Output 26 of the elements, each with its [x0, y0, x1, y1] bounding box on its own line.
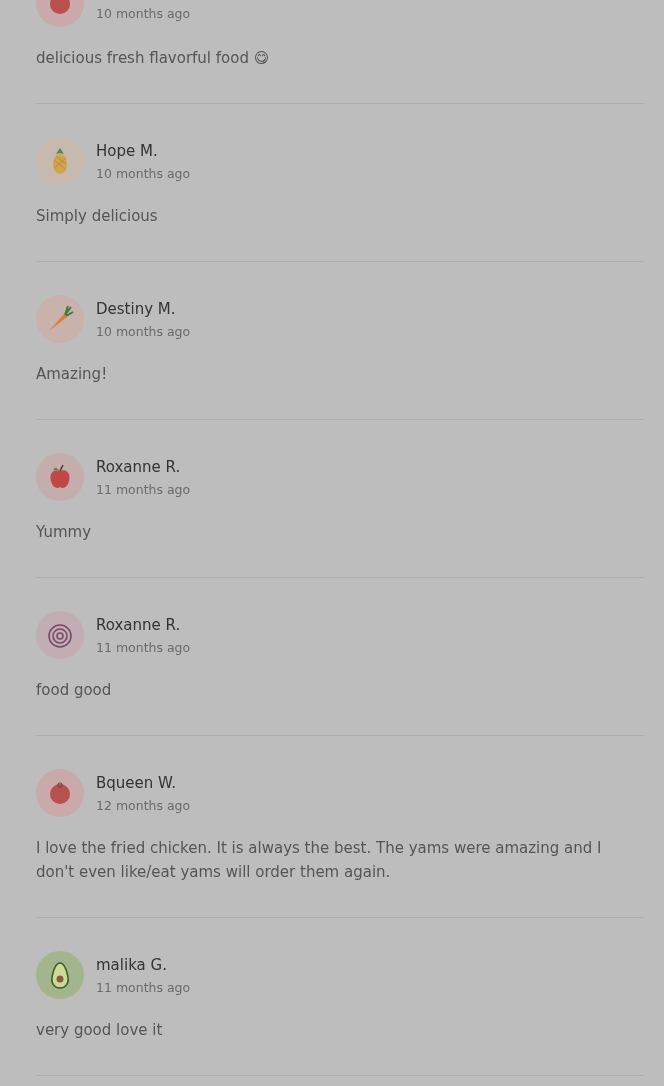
review-time: 10 months ago [96, 165, 191, 181]
avatar-icon [36, 453, 84, 501]
review-comment: delicious fresh flavorful food 😋 [36, 48, 271, 69]
avatar-icon [36, 951, 84, 999]
avatar-icon [36, 295, 84, 343]
avatar-icon [36, 611, 84, 659]
reviewer-name: Hope M. [96, 141, 159, 160]
reviewer-name: Roxanne R. [96, 615, 182, 634]
review-comment: food good [36, 680, 113, 701]
avatar-icon [36, 769, 84, 817]
review-comment: Simply delicious [36, 206, 159, 227]
avatar-icon [36, 137, 84, 185]
reviewer-name: Destiny M. [96, 299, 177, 318]
review-comment: Amazing! [36, 364, 109, 385]
review-time: 11 months ago [96, 639, 191, 655]
review-comment: Yummy [36, 522, 93, 543]
reviewer-name: malika G. [96, 955, 168, 974]
reviewer-name: Bqueen W. [96, 773, 177, 792]
review-comment: I love the fried chicken. It is always the best. The yams were amazing and I don't even like/eat yams will order them again. [36, 838, 603, 883]
review-time: 10 months ago [96, 5, 191, 21]
review-time: 11 months ago [96, 481, 191, 497]
review-time: 10 months ago [96, 323, 191, 339]
review-time: 12 months ago [96, 797, 191, 813]
review-comment: very good love it [36, 1020, 164, 1041]
reviewer-name: Roxanne R. [96, 457, 182, 476]
review-time: 11 months ago [96, 979, 191, 995]
